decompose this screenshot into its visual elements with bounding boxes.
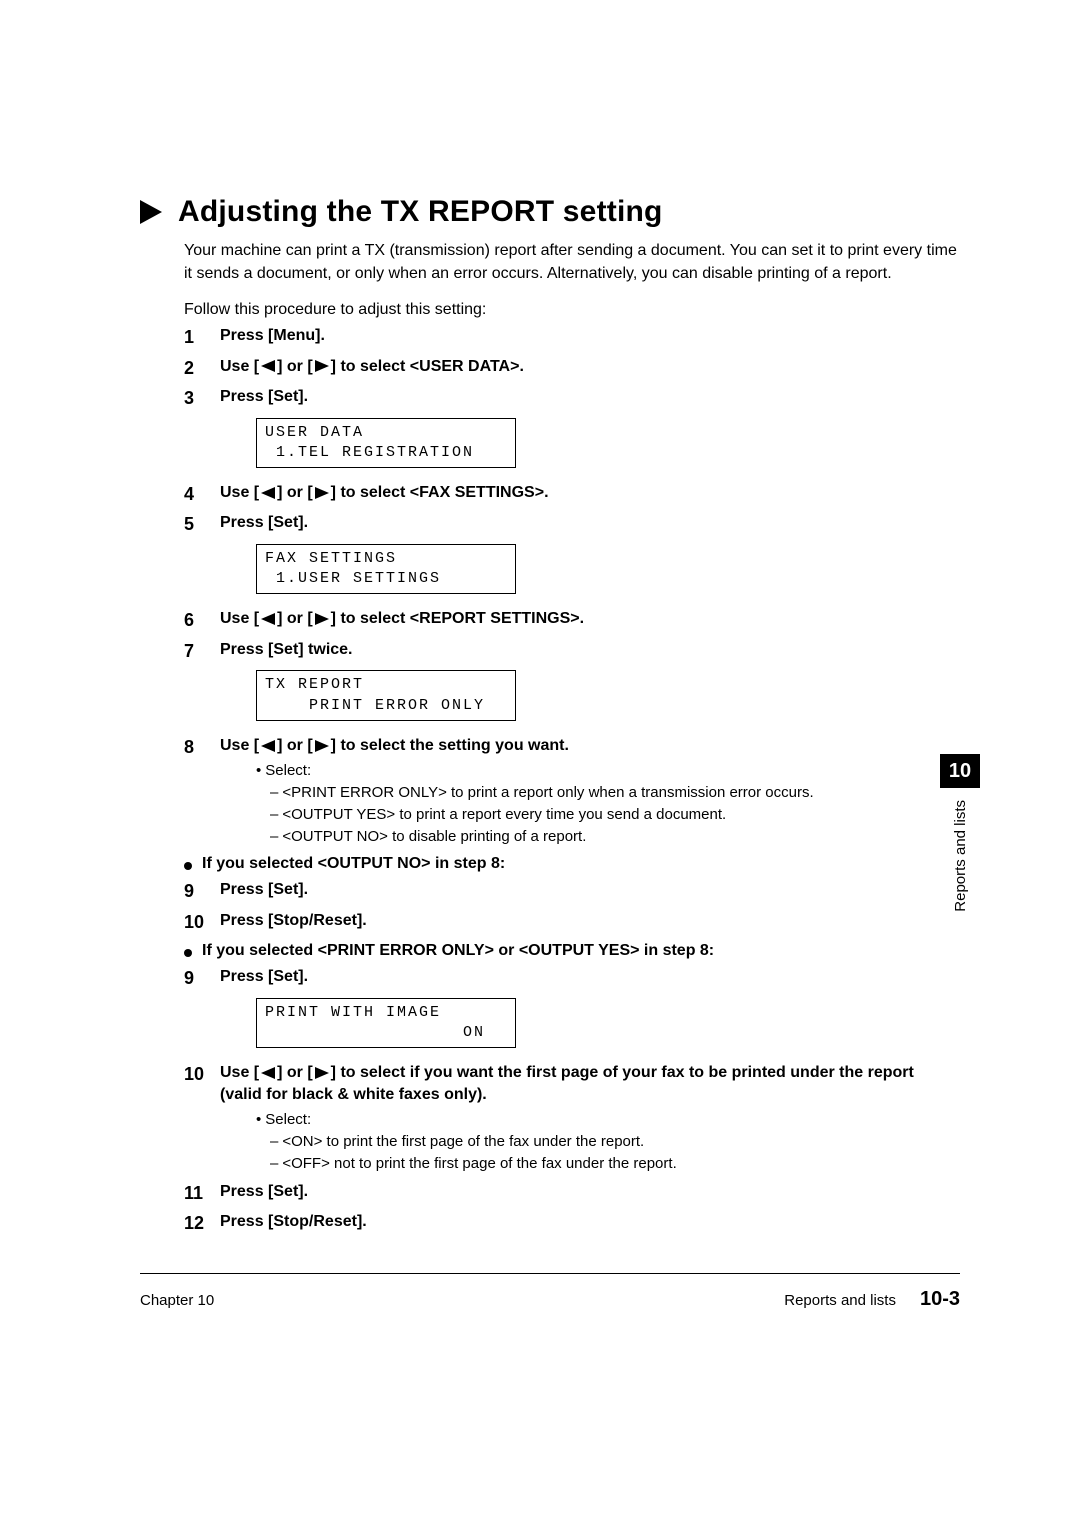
right-arrow-icon	[315, 487, 329, 499]
footer-section: Reports and lists	[784, 1292, 896, 1309]
step-5: 5 Press [Set]. FAX SETTINGS 1.USER SETTI…	[184, 512, 960, 602]
step-number: 8	[184, 735, 220, 848]
lcd-display: PRINT WITH IMAGE ON	[256, 998, 516, 1049]
step-10b: 10 Use [] or [] to select if you want th…	[184, 1062, 960, 1175]
step-text-pre: Use [	[220, 482, 259, 504]
step-text-mid: ] or [	[277, 482, 313, 504]
lcd-display: FAX SETTINGS 1.USER SETTINGS	[256, 544, 516, 595]
page-footer: Chapter 10 Reports and lists 10-3	[140, 1288, 960, 1311]
step-1: 1 Press [Menu].	[184, 325, 960, 349]
step-text-post: ] to select <REPORT SETTINGS>.	[331, 608, 584, 630]
step-2: 2 Use [ ] or [ ] to select <USER DATA>.	[184, 356, 960, 380]
intro-paragraph: Your machine can print a TX (transmissio…	[184, 239, 960, 285]
lcd-display: USER DATA 1.TEL REGISTRATION	[256, 418, 516, 469]
lcd-display: TX REPORT PRINT ERROR ONLY	[256, 670, 516, 721]
left-arrow-icon	[261, 740, 275, 752]
step-number: 6	[184, 608, 220, 632]
branch-output-no: If you selected <OUTPUT NO> in step 8:	[184, 855, 960, 873]
step-number: 12	[184, 1211, 220, 1235]
step-text-post: ] to select <FAX SETTINGS>.	[331, 482, 549, 504]
left-arrow-icon	[261, 360, 275, 372]
right-arrow-icon	[315, 740, 329, 752]
step-text: Press [Stop/Reset].	[220, 910, 367, 932]
step-text-pre: Use [	[220, 356, 259, 378]
footer-page-number: 10-3	[920, 1288, 960, 1311]
step-number: 9	[184, 966, 220, 1056]
step-text: Press [Set] twice.	[220, 639, 353, 661]
step-text: Press [Stop/Reset].	[220, 1211, 367, 1233]
step-12: 12 Press [Stop/Reset].	[184, 1211, 960, 1235]
step-number: 1	[184, 325, 220, 349]
side-tab-number: 10	[940, 754, 980, 788]
step-text-mid: ] or [	[277, 1064, 313, 1081]
branch-output-yes: If you selected <PRINT ERROR ONLY> or <O…	[184, 942, 960, 960]
step-6: 6 Use [ ] or [ ] to select <REPORT SETTI…	[184, 608, 960, 632]
step-number: 3	[184, 386, 220, 476]
branch-text: If you selected <OUTPUT NO> in step 8:	[202, 855, 505, 873]
step-10b-sub: •Select: –<ON> to print the first page o…	[256, 1109, 960, 1174]
heading-text: Adjusting the TX REPORT setting	[178, 195, 663, 229]
step-number: 4	[184, 482, 220, 506]
step-number: 7	[184, 639, 220, 729]
footer-rule	[140, 1273, 960, 1274]
side-tab-label: Reports and lists	[952, 800, 969, 912]
step-8-sub: •Select: –<PRINT ERROR ONLY> to print a …	[256, 760, 960, 847]
step-10a: 10 Press [Stop/Reset].	[184, 910, 960, 934]
triangle-right-icon	[140, 200, 162, 224]
step-9b: 9 Press [Set]. PRINT WITH IMAGE ON	[184, 966, 960, 1056]
step-text-mid: ] or [	[277, 608, 313, 630]
step-3: 3 Press [Set]. USER DATA 1.TEL REGISTRAT…	[184, 386, 960, 476]
bullet-icon	[184, 862, 192, 870]
section-heading: Adjusting the TX REPORT setting	[140, 195, 960, 229]
step-number: 2	[184, 356, 220, 380]
step-number: 9	[184, 879, 220, 903]
right-arrow-icon	[315, 613, 329, 625]
step-text: Press [Menu].	[220, 325, 325, 347]
left-arrow-icon	[261, 613, 275, 625]
step-text-pre: Use [	[220, 735, 259, 757]
footer-chapter: Chapter 10	[140, 1292, 214, 1309]
step-text: Press [Set].	[220, 966, 308, 988]
side-tab: 10 Reports and lists	[940, 754, 980, 912]
step-text: Press [Set].	[220, 386, 308, 408]
step-text-pre: Use [	[220, 608, 259, 630]
bullet-icon	[184, 949, 192, 957]
step-text: Press [Set].	[220, 879, 308, 901]
step-text-pre: Use [	[220, 1064, 259, 1081]
step-11: 11 Press [Set].	[184, 1181, 960, 1205]
left-arrow-icon	[261, 1067, 275, 1079]
step-8: 8 Use [ ] or [ ] to select the setting y…	[184, 735, 960, 848]
step-number: 11	[184, 1181, 220, 1205]
step-text-post: ] to select the setting you want.	[331, 735, 569, 757]
step-text: Press [Set].	[220, 512, 308, 534]
step-text: Press [Set].	[220, 1181, 308, 1203]
right-arrow-icon	[315, 1067, 329, 1079]
left-arrow-icon	[261, 487, 275, 499]
step-number: 10	[184, 910, 220, 934]
intro-follow: Follow this procedure to adjust this set…	[184, 301, 960, 319]
step-number: 10	[184, 1062, 220, 1175]
branch-text: If you selected <PRINT ERROR ONLY> or <O…	[202, 942, 714, 960]
right-arrow-icon	[315, 360, 329, 372]
step-text-mid: ] or [	[277, 735, 313, 757]
step-4: 4 Use [ ] or [ ] to select <FAX SETTINGS…	[184, 482, 960, 506]
step-text-post: ] to select <USER DATA>.	[331, 356, 524, 378]
step-7: 7 Press [Set] twice. TX REPORT PRINT ERR…	[184, 639, 960, 729]
step-9a: 9 Press [Set].	[184, 879, 960, 903]
step-text-mid: ] or [	[277, 356, 313, 378]
step-number: 5	[184, 512, 220, 602]
